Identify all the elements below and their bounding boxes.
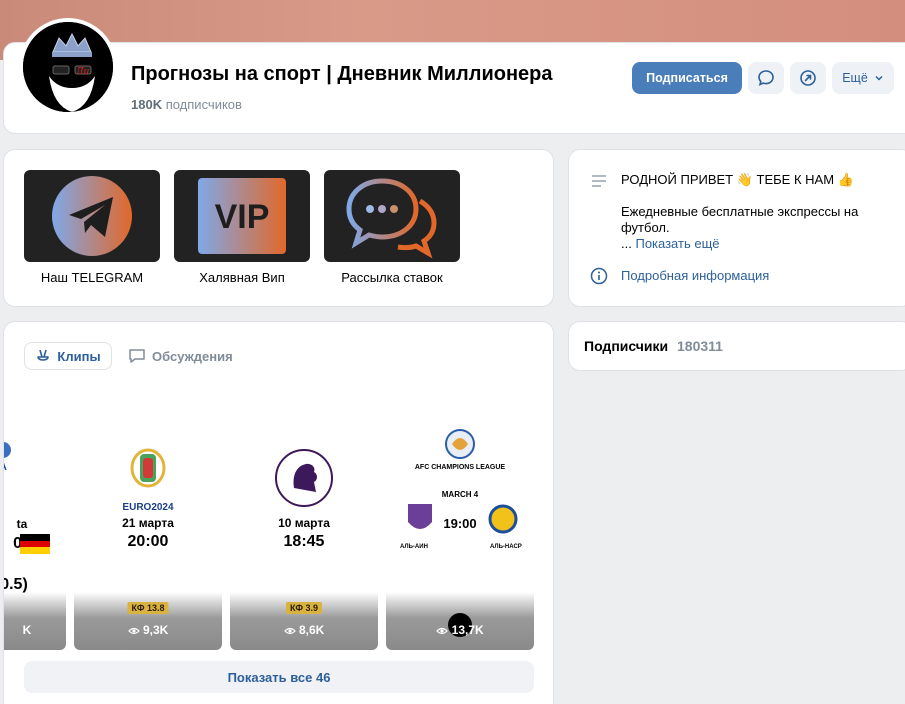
chat-bubbles-icon (346, 178, 437, 259)
clip-views: 9,3K (74, 623, 222, 637)
telegram-thumb (24, 170, 160, 262)
group-title: Прогнозы на спорт | Дневник Миллионера (131, 63, 553, 85)
tab-clips[interactable]: Клипы (24, 342, 112, 370)
link-bets[interactable]: Рассылка ставок (324, 170, 460, 285)
clip-date: MARCH 4 (441, 490, 479, 499)
vip-thumb: VIP (174, 170, 310, 262)
subscribers-number: 180311 (677, 338, 723, 354)
clip-item[interactable]: AFC CHAMPIONS LEAGUE MARCH 4 19:00 АЛЬ-А… (386, 392, 534, 650)
fifa-logo-icon: A (3, 442, 11, 472)
team-1-label: АЛЬ-АИН (400, 544, 428, 550)
share-button[interactable] (790, 62, 826, 94)
subscribers-count[interactable]: 180K подписчиков (131, 97, 242, 112)
clip-logo-text: AFC CHAMPIONS LEAGUE (414, 464, 506, 471)
clip-time: 18:45 (283, 533, 325, 550)
clip-overlay: K (4, 592, 66, 650)
clip-time: 19:00 (443, 516, 477, 531)
info-icon (590, 267, 608, 285)
eye-icon (127, 627, 140, 634)
clip-overlay: 13,7K (386, 592, 534, 650)
afc-champions-logo-icon (445, 429, 475, 459)
svg-text:A: A (3, 461, 7, 472)
links-block: Наш TELEGRAM VIP Халявная Вип Рассылка с… (3, 149, 554, 307)
clip-date: 10 марта (278, 516, 330, 530)
clip-item[interactable]: 10 марта 18:45 КФ 3.9 8,6K (230, 392, 378, 650)
clip-date: 21 марта (122, 516, 174, 530)
about-block: РОДНОЙ ПРИВЕТ 👋 ТЕБЕ К НАМ 👍 Ежедневные … (568, 149, 905, 307)
clip-overlay: КФ 13.8 9,3K (74, 592, 222, 650)
clips-icon (37, 349, 50, 361)
odds-badge: КФ 3.9 (285, 602, 323, 614)
link-telegram[interactable]: Наш TELEGRAM (24, 170, 160, 285)
about-description: Ежедневные бесплатные экспрессы на футбо… (621, 204, 859, 251)
clips-block: Клипы Обсуждения A ta 00 0.5) K EURO2024… (3, 321, 554, 704)
clip-logo-text: EURO2024 (122, 502, 174, 513)
vip-icon: VIP (198, 178, 286, 254)
germany-flag-icon (20, 534, 50, 554)
clip-views: 13,7K (386, 623, 534, 637)
text-lines-icon (592, 175, 606, 187)
eye-icon (436, 627, 449, 634)
svg-text:VIP: VIP (215, 198, 270, 236)
message-button[interactable] (748, 62, 784, 94)
subscribers-label: Подписчики (584, 338, 669, 354)
share-icon (800, 70, 816, 86)
premier-league-logo-icon (275, 449, 333, 507)
odds-badge: КФ 13.8 (127, 602, 169, 614)
team-2-label: АЛЬ-НАСР (490, 544, 522, 550)
discussion-icon (129, 349, 145, 363)
show-more-link[interactable]: Показать ещё (635, 236, 719, 251)
tab-discussions[interactable]: Обсуждения (128, 342, 233, 370)
link-label: Рассылка ставок (341, 270, 443, 285)
euro2024-logo-icon (130, 448, 166, 488)
tab-discussions-label: Обсуждения (152, 348, 233, 364)
svg-text:Ли: Ли (75, 67, 90, 77)
subscribe-button[interactable]: Подписаться (632, 62, 742, 94)
subscribers-block[interactable]: Подписчики 180311 (568, 321, 905, 371)
clip-date: ta (16, 517, 28, 531)
link-label: Халявная Вип (199, 270, 285, 285)
clip-views: 8,6K (230, 623, 378, 637)
about-greeting: РОДНОЙ ПРИВЕТ 👋 ТЕБЕ К НАМ 👍 (621, 172, 854, 187)
chat-thumb (324, 170, 460, 262)
clip-views: K (22, 623, 32, 637)
more-label: Ещё (842, 71, 868, 85)
tab-clips-label: Клипы (57, 348, 101, 364)
show-all-clips-button[interactable]: Показать все 46 (24, 661, 534, 693)
clip-item[interactable]: A ta 00 0.5) K (3, 392, 66, 650)
chevron-down-icon (875, 75, 883, 81)
more-button[interactable]: Ещё (832, 62, 894, 94)
telegram-icon (52, 176, 132, 256)
detailed-info-link[interactable]: Подробная информация (621, 268, 769, 283)
clip-overlay: КФ 3.9 8,6K (230, 592, 378, 650)
eye-icon (283, 627, 296, 634)
message-icon (758, 70, 774, 86)
link-label: Наш TELEGRAM (40, 270, 144, 285)
link-vip[interactable]: VIP Халявная Вип (174, 170, 310, 285)
group-avatar[interactable]: Ли (19, 18, 117, 116)
clip-time: 20:00 (127, 533, 169, 550)
clip-item[interactable]: EURO2024 21 марта 20:00 КФ 13.8 9,3K (74, 392, 222, 650)
